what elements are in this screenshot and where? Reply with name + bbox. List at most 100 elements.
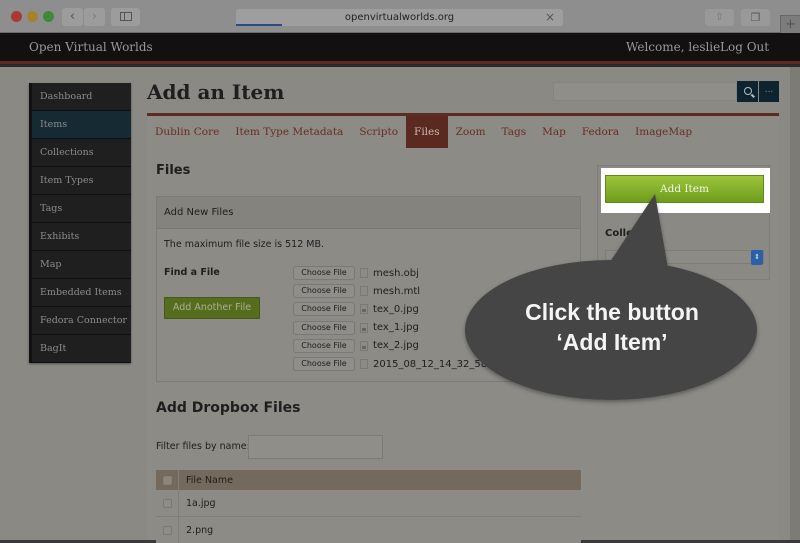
- document-icon: [360, 286, 368, 297]
- username-link[interactable]: leslie: [688, 40, 720, 54]
- chevron-right-icon: ›: [91, 9, 98, 24]
- stop-loading-icon[interactable]: ×: [545, 9, 555, 26]
- file-input-list: Choose File mesh.obj Choose File mesh.mt…: [293, 264, 497, 373]
- share-button[interactable]: ⇧: [705, 9, 734, 26]
- tabs-icon: ❐: [750, 11, 761, 24]
- select-arrows-icon: ⇕: [751, 250, 763, 265]
- chevron-left-icon: ‹: [69, 9, 76, 24]
- selected-file-name: mesh.obj: [373, 267, 419, 279]
- filter-files-input[interactable]: [248, 435, 383, 459]
- add-another-file-button[interactable]: Add Another File: [164, 297, 260, 319]
- selected-file-name: tex_1.jpg: [373, 322, 419, 334]
- sidebar-item-fedora-connector[interactable]: Fedora Connector: [32, 307, 131, 335]
- file-input-row: Choose File tex_0.jpg: [293, 300, 497, 318]
- site-title-link[interactable]: Open Virtual Worlds: [29, 40, 153, 54]
- page-gutter: [790, 67, 800, 540]
- sidebar-toggle-button[interactable]: [111, 8, 140, 26]
- row-checkbox[interactable]: [162, 498, 172, 508]
- select-all-checkbox[interactable]: [162, 475, 172, 485]
- sidebar-item-map[interactable]: Map: [32, 251, 131, 279]
- plus-icon: +: [785, 17, 796, 32]
- file-input-row: Choose File tex_2.jpg: [293, 337, 497, 355]
- advanced-search-button[interactable]: ...: [759, 81, 779, 102]
- row-checkbox[interactable]: [162, 525, 172, 535]
- sidebar-item-embedded-items[interactable]: Embedded Items: [32, 279, 131, 307]
- filter-label: Filter files by name:: [156, 441, 250, 452]
- file-input-row: Choose File mesh.obj: [293, 264, 497, 282]
- image-file-icon: [360, 340, 368, 351]
- tab-fedora[interactable]: Fedora: [574, 116, 627, 148]
- tab-zoom[interactable]: Zoom: [448, 116, 494, 148]
- sidebar-item-bagit[interactable]: BagIt: [32, 335, 131, 363]
- selected-file-name: tex_2.jpg: [373, 340, 419, 352]
- search-button[interactable]: [737, 81, 758, 102]
- item-tabs: Dublin Core Item Type Metadata Scripto F…: [147, 116, 700, 148]
- share-icon: ⇧: [715, 12, 724, 23]
- callout-line-1: Click the button: [525, 299, 699, 325]
- welcome-text: Welcome, leslie: [626, 40, 720, 54]
- document-icon: [360, 359, 368, 370]
- column-header-file-name[interactable]: File Name: [179, 475, 233, 486]
- callout-line-2: ‘Add Item’: [556, 329, 668, 355]
- files-heading: Files: [156, 163, 191, 178]
- choose-file-button[interactable]: Choose File: [293, 302, 355, 317]
- file-input-row: Choose File mesh.mtl: [293, 282, 497, 300]
- welcome-prefix: Welcome,: [626, 40, 685, 54]
- show-tabs-button[interactable]: ❐: [741, 9, 770, 26]
- selected-file-name: tex_0.jpg: [373, 303, 419, 315]
- selected-file-name: mesh.mtl: [373, 285, 421, 297]
- search-input[interactable]: [553, 82, 737, 101]
- choose-file-button[interactable]: Choose File: [293, 266, 355, 281]
- tab-files[interactable]: Files: [406, 116, 448, 148]
- find-file-label: Find a File: [164, 267, 220, 278]
- add-item-button[interactable]: Add Item: [605, 175, 764, 203]
- collection-label: Collection: [605, 228, 661, 239]
- tab-tags[interactable]: Tags: [494, 116, 535, 148]
- choose-file-button[interactable]: Choose File: [293, 357, 355, 372]
- tab-dublin-core[interactable]: Dublin Core: [147, 116, 227, 148]
- max-file-size-text: The maximum file size is 512 MB.: [164, 239, 324, 250]
- admin-sidebar: Dashboard Items Collections Item Types T…: [29, 83, 131, 363]
- image-file-icon: [360, 304, 368, 315]
- sidebar-item-item-types[interactable]: Item Types: [32, 167, 131, 195]
- minimize-window-button[interactable]: [27, 11, 38, 22]
- browser-toolbar: ‹ › openvirtualworlds.org × ⇧ ❐ +: [0, 0, 800, 33]
- file-input-row: Choose File 2015_08_12_14_32_58...: [293, 355, 497, 373]
- address-bar[interactable]: openvirtualworlds.org ×: [236, 9, 563, 26]
- selected-file-name: 2015_08_12_14_32_58...: [373, 358, 497, 370]
- add-new-files-title: Add New Files: [157, 197, 580, 229]
- sidebar-item-collections[interactable]: Collections: [32, 139, 131, 167]
- table-row: 1a.jpg: [156, 490, 581, 517]
- sidebar-item-exhibits[interactable]: Exhibits: [32, 223, 131, 251]
- sidebar-item-items[interactable]: Items: [32, 111, 131, 139]
- tab-imagemap[interactable]: ImageMap: [627, 116, 700, 148]
- sidebar-item-dashboard[interactable]: Dashboard: [32, 83, 131, 111]
- close-window-button[interactable]: [11, 11, 22, 22]
- document-icon: [360, 268, 368, 279]
- sidebar-item-tags[interactable]: Tags: [32, 195, 131, 223]
- site-header: Open Virtual Worlds Welcome, leslie Log …: [0, 33, 800, 64]
- table-header: File Name: [156, 470, 581, 490]
- url-text: openvirtualworlds.org: [344, 12, 455, 23]
- sidebar-icon: [119, 12, 132, 21]
- file-name-cell: 1a.jpg: [186, 497, 216, 509]
- dropbox-heading: Add Dropbox Files: [156, 400, 301, 416]
- page-title: Add an Item: [147, 80, 285, 104]
- callout-text: Click the button ‘Add Item’: [472, 297, 752, 357]
- file-input-row: Choose File tex_1.jpg: [293, 319, 497, 337]
- tab-map[interactable]: Map: [534, 116, 574, 148]
- logout-link[interactable]: Log Out: [720, 40, 769, 54]
- dropbox-files-table: File Name 1a.jpg 2.png: [156, 470, 581, 543]
- tab-item-type-metadata[interactable]: Item Type Metadata: [227, 116, 351, 148]
- image-file-icon: [360, 322, 368, 333]
- back-button[interactable]: ‹: [62, 8, 83, 26]
- choose-file-button[interactable]: Choose File: [293, 338, 355, 353]
- choose-file-button[interactable]: Choose File: [293, 320, 355, 335]
- tab-scripto[interactable]: Scripto: [351, 116, 406, 148]
- choose-file-button[interactable]: Choose File: [293, 284, 355, 299]
- zoom-window-button[interactable]: [43, 11, 54, 22]
- search-icon: [743, 87, 752, 95]
- forward-button[interactable]: ›: [84, 8, 105, 26]
- collection-select[interactable]: ⇕: [605, 250, 764, 265]
- new-tab-button[interactable]: +: [780, 15, 800, 33]
